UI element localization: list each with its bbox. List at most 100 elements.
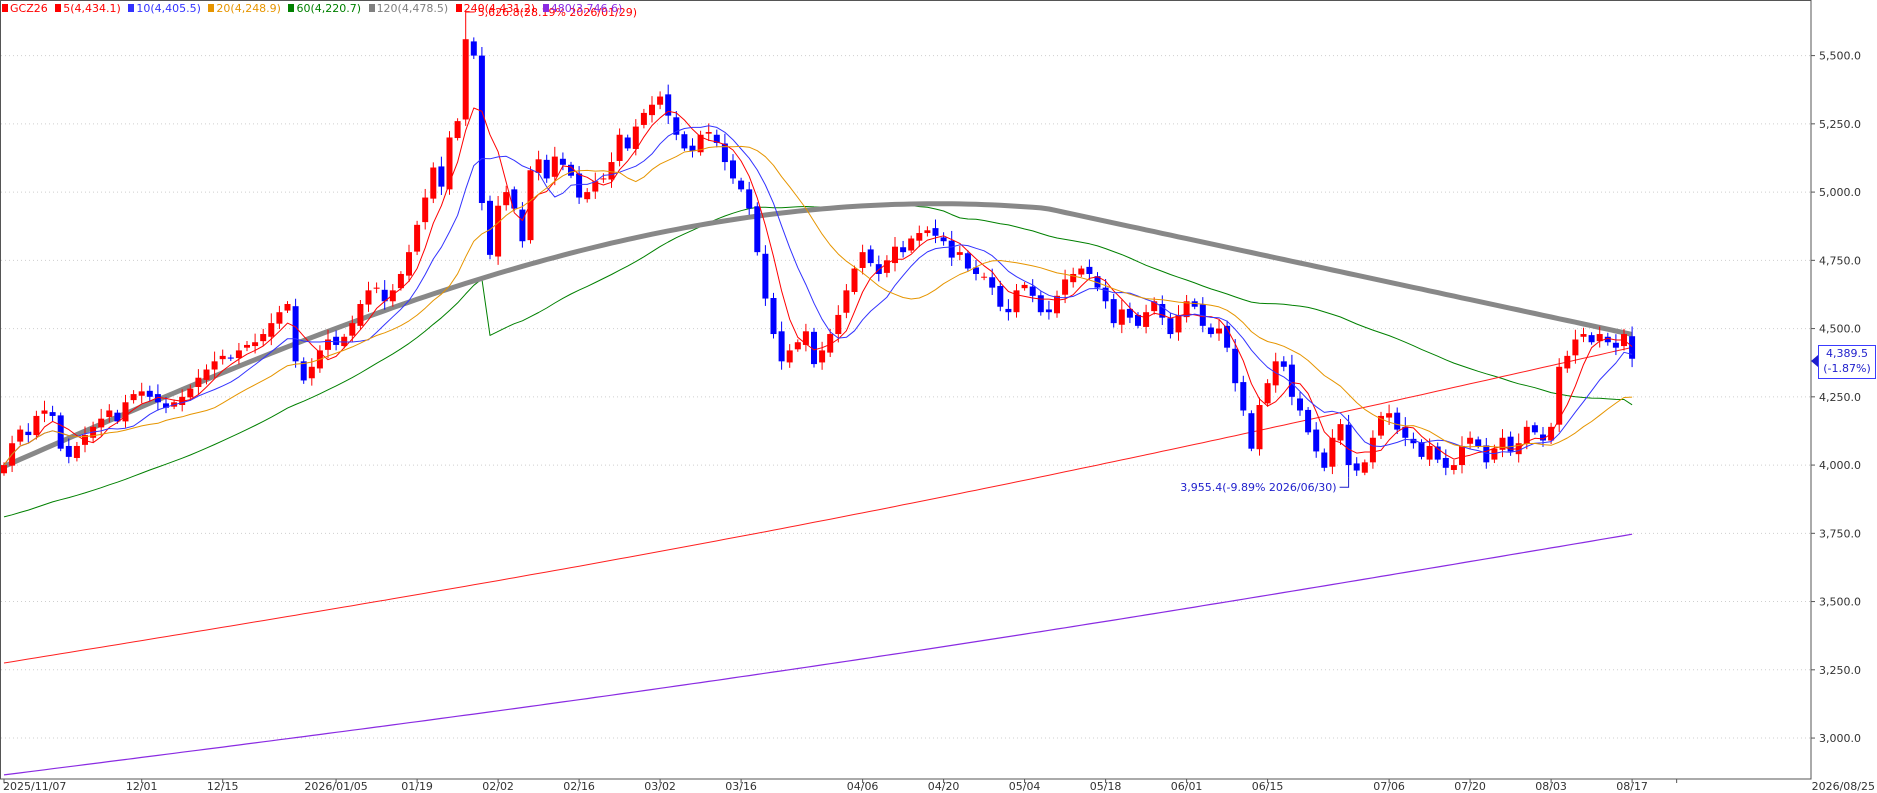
candle-body [1240, 382, 1247, 411]
candle-body [106, 410, 113, 418]
candle-body [1612, 342, 1619, 348]
candle-body [187, 388, 194, 398]
candle-body [851, 268, 858, 292]
candle-body [762, 253, 769, 299]
candle-body [576, 173, 583, 198]
y-tick-label: 4,500.0 [1819, 323, 1861, 336]
candle-body [778, 331, 785, 362]
candle-body [1588, 335, 1595, 343]
candle-body [195, 377, 202, 387]
candle-body [940, 237, 947, 242]
legend-item-ma5[interactable]: 5(4,434.1) [55, 2, 121, 15]
candle-body [1029, 286, 1036, 296]
candle-body [1564, 355, 1571, 369]
candle-body [1280, 361, 1287, 367]
legend-item-ma60[interactable]: 60(4,220.7) [288, 2, 361, 15]
candle-body [1369, 437, 1376, 463]
candle-body [203, 369, 210, 380]
candle-body [1, 465, 7, 474]
legend-item-ma20[interactable]: 20(4,248.9) [208, 2, 281, 15]
candle-body [551, 156, 558, 177]
candle-body [1629, 336, 1636, 359]
y-tick-label: 4,000.0 [1819, 459, 1861, 472]
candle-body [924, 230, 931, 234]
legend-swatch [455, 4, 462, 12]
chart-legend: GCZ26 5(4,434.1) 10(4,405.5) 20(4,248.9)… [2, 2, 626, 15]
x-tick-label: 2026/01/05 [304, 780, 367, 793]
candle-body [284, 304, 291, 311]
candle-body [1167, 318, 1174, 335]
candle-body [1062, 279, 1069, 295]
candle-body [746, 189, 753, 209]
candle-body [268, 323, 275, 337]
candle-body [73, 445, 80, 458]
candle-body [438, 166, 445, 187]
candle-body [17, 429, 24, 442]
candle-body [1572, 339, 1579, 356]
candle-body [138, 391, 145, 396]
x-tick-label: 12/01 [126, 780, 158, 793]
candle-body [365, 290, 372, 305]
candle-body [908, 238, 915, 251]
legend-swatch [288, 4, 295, 12]
candle-body [122, 402, 129, 422]
y-tick-label: 3,000.0 [1819, 732, 1861, 745]
low-pointer [1339, 477, 1350, 488]
legend-item-ma120[interactable]: 120(4,478.5) [368, 2, 448, 15]
candle-body [495, 205, 502, 257]
candle-body [738, 180, 745, 190]
x-tick-label: 08/17 [1616, 780, 1648, 793]
candle-body [956, 252, 963, 255]
candle-body [98, 418, 105, 428]
x-tick-label: 02/02 [482, 780, 514, 793]
y-tick-label: 5,000.0 [1819, 186, 1861, 199]
y-tick-label: 4,750.0 [1819, 254, 1861, 267]
candle-body [802, 331, 809, 345]
candle-body [430, 167, 437, 199]
x-tick-label: 04/20 [928, 780, 960, 793]
x-tick-label: 2025/11/07 [3, 780, 66, 793]
legend-item-symbol[interactable]: GCZ26 [2, 2, 48, 15]
candle-body [1256, 405, 1263, 450]
y-tick-label: 3,750.0 [1819, 527, 1861, 540]
candle-body [244, 344, 250, 348]
candle-body [608, 162, 615, 180]
legend-swatch [2, 4, 8, 12]
candle-body [900, 247, 907, 253]
legend-item-ma480[interactable]: 480(3,746.6) [542, 2, 622, 15]
x-tick-label: 02/16 [563, 780, 595, 793]
legend-item-ma240[interactable]: 240(4,431.2) [455, 2, 535, 15]
x-tick-label: 03/02 [644, 780, 676, 793]
candle-body [640, 112, 647, 125]
candle-body [1021, 284, 1028, 289]
candle-body [478, 55, 485, 204]
candle-body [406, 252, 412, 276]
x-tick-label: 07/06 [1373, 780, 1405, 793]
candle-body [867, 249, 874, 264]
candle-body [1418, 442, 1425, 457]
candle-body [1467, 437, 1474, 444]
legend-item-ma10[interactable]: 10(4,405.5) [128, 2, 201, 15]
candle-body [1264, 383, 1271, 404]
candle-body [333, 336, 340, 345]
x-tick-label: 07/20 [1454, 780, 1486, 793]
x-tick-label: 05/04 [1009, 780, 1041, 793]
annotations: 5,626.8(28.19% 2026/01/29) 3,955.4(-9.89… [465, 6, 1350, 494]
ma-480-line [3, 533, 1633, 776]
candle-body [25, 431, 32, 436]
candle-body [964, 253, 971, 269]
current-price-tag: 4,389.5 (-1.87%) [1811, 345, 1876, 379]
candle-body [535, 159, 542, 173]
candle-body [932, 228, 939, 236]
candle-body [130, 394, 137, 401]
low-annotation: 3,955.4(-9.89% 2026/06/30) [1180, 481, 1336, 494]
candle-body [1531, 425, 1538, 433]
current-price: 4,389.5 [1826, 347, 1868, 360]
candle-body [1005, 308, 1012, 313]
candle-body [1086, 266, 1093, 274]
candle-body [1353, 463, 1360, 471]
candle-body [705, 132, 712, 134]
legend-swatch [208, 4, 215, 12]
candle-body [989, 277, 996, 288]
candle-body [1475, 439, 1482, 446]
